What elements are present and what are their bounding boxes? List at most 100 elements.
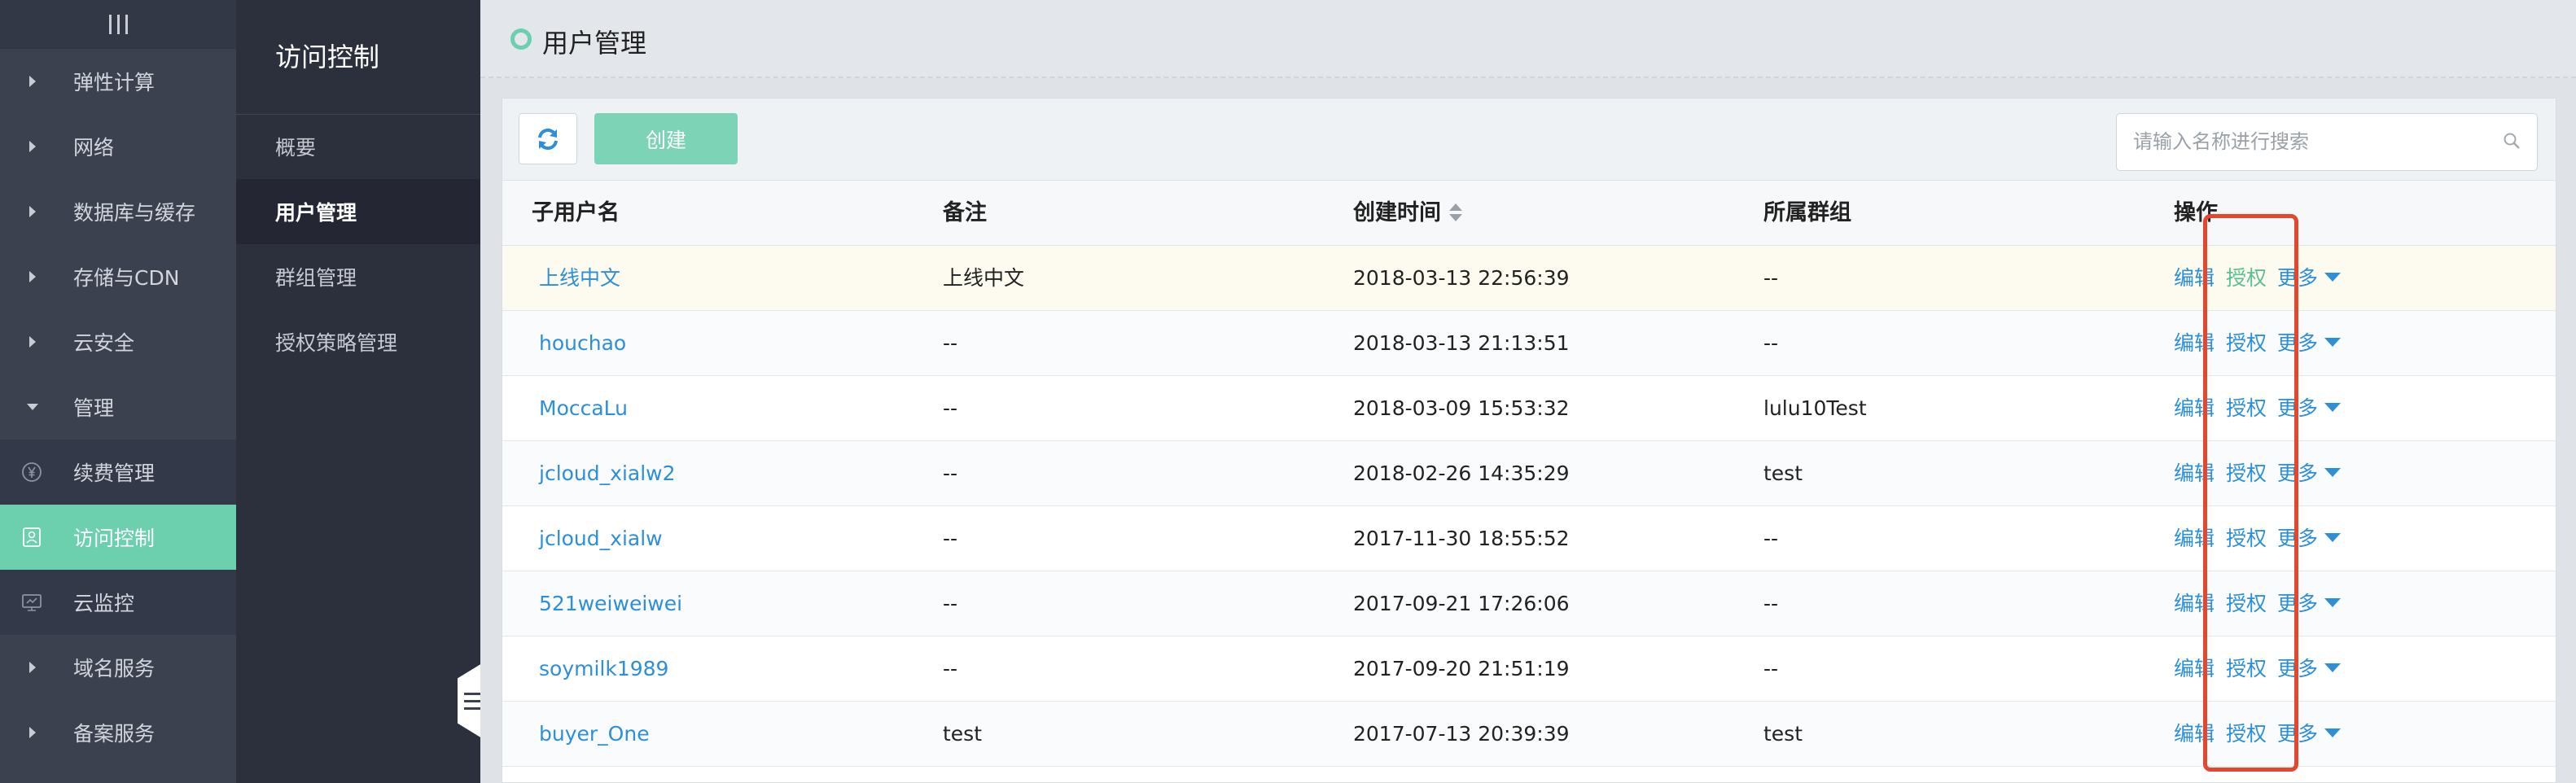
subnav-item-group-management[interactable]: 群组管理	[236, 244, 480, 309]
authorize-link[interactable]: 授权	[2226, 571, 2267, 636]
group-cell: --	[1763, 331, 1779, 355]
sidebar-toggle[interactable]	[0, 0, 236, 49]
group-cell: test	[1763, 461, 1803, 485]
table-row: MoccaLu -- 2018-03-09 15:53:32 lulu10Test 编辑…	[502, 376, 2556, 441]
username-link[interactable]: soymilk1989	[539, 636, 668, 702]
username-link[interactable]: jcloud_xialw2	[539, 441, 676, 506]
sidebar-item-cloud-security[interactable]: 云安全	[0, 309, 236, 374]
column-header-group: 所属群组	[1763, 200, 1851, 225]
authorize-link[interactable]: 授权	[2226, 441, 2267, 506]
more-label: 更多	[2277, 527, 2319, 550]
more-dropdown[interactable]: 更多	[2277, 376, 2342, 441]
created-time-cell: 2017-09-21 17:26:06	[1353, 592, 1570, 615]
username-link[interactable]: buyer_One	[539, 702, 650, 767]
refresh-button[interactable]	[519, 113, 577, 164]
more-dropdown[interactable]: 更多	[2277, 246, 2342, 311]
sidebar-item-label: 管理	[73, 396, 115, 420]
edit-link[interactable]: 编辑	[2174, 246, 2215, 311]
sidebar-item-access-control[interactable]: 访问控制	[0, 505, 236, 570]
group-cell: --	[1763, 527, 1779, 550]
more-label: 更多	[2277, 331, 2319, 355]
sidebar-item-elastic-compute[interactable]: 弹性计算	[0, 49, 236, 114]
remark-cell: --	[943, 396, 958, 420]
edit-link[interactable]: 编辑	[2174, 506, 2215, 571]
search-input[interactable]	[2133, 124, 2491, 160]
sidebar-item-domain-service[interactable]: 域名服务	[0, 635, 236, 700]
edit-link[interactable]: 编辑	[2174, 441, 2215, 506]
sidebar-item-label: 域名服务	[73, 657, 156, 680]
more-dropdown[interactable]: 更多	[2277, 311, 2342, 376]
group-cell: test	[1763, 722, 1803, 746]
authorize-link[interactable]: 授权	[2226, 311, 2267, 376]
caret-down-icon	[2324, 402, 2342, 412]
remark-cell: --	[943, 592, 958, 615]
caret-down-icon	[2324, 728, 2342, 737]
arrow-right-icon	[29, 336, 36, 348]
caret-down-icon	[2324, 532, 2342, 542]
sidebar-item-cloud-monitor[interactable]: 云监控	[0, 570, 236, 635]
more-dropdown[interactable]: 更多	[2277, 441, 2342, 506]
user-card-icon	[23, 527, 41, 547]
table-row: 521weiweiwei -- 2017-09-21 17:26:06 -- 编辑 授权更…	[502, 571, 2556, 636]
edit-link[interactable]: 编辑	[2174, 571, 2215, 636]
more-label: 更多	[2277, 396, 2319, 420]
sidebar-item-label: 备案服务	[73, 722, 156, 746]
caret-down-icon	[2324, 597, 2342, 607]
more-label: 更多	[2277, 461, 2319, 485]
arrow-right-icon	[29, 271, 36, 282]
menu-icon	[108, 15, 128, 34]
search-icon[interactable]	[2503, 132, 2521, 150]
authorize-link[interactable]: 授权	[2226, 636, 2267, 702]
subnav-item-user-management[interactable]: 用户管理	[236, 179, 480, 244]
remark-cell: 上线中文	[943, 266, 1025, 290]
authorize-link[interactable]: 授权	[2226, 702, 2267, 767]
sidebar-item-management[interactable]: 管理	[0, 374, 236, 440]
edit-link[interactable]: 编辑	[2174, 702, 2215, 767]
more-label: 更多	[2277, 266, 2319, 290]
more-label: 更多	[2277, 657, 2319, 680]
more-dropdown[interactable]: 更多	[2277, 506, 2342, 571]
table-row: houchao -- 2018-03-13 21:13:51 -- 编辑 授权 更多	[502, 311, 2556, 376]
main-sidebar: 弹性计算 网络 数据库与缓存 存储与CDN 云安全 管理 续费管理 访问控制 云…	[0, 0, 236, 783]
subnav-item-policy-management[interactable]: 授权策略管理	[236, 309, 480, 374]
sort-icon[interactable]	[1449, 201, 1462, 224]
group-cell: --	[1763, 266, 1779, 290]
user-list-panel: 创建 子用户名 备注 创建时间 所属群组 操作 上线中文 上线中文 2018-03-…	[502, 98, 2556, 783]
section-title: 访问控制	[275, 42, 380, 72]
username-link[interactable]: jcloud_xialw	[539, 506, 663, 571]
more-label: 更多	[2277, 722, 2319, 746]
edit-link[interactable]: 编辑	[2174, 636, 2215, 702]
more-dropdown[interactable]: 更多	[2277, 702, 2342, 767]
column-header-username: 子用户名	[532, 200, 620, 225]
sidebar-item-renewal[interactable]: 续费管理	[0, 440, 236, 505]
subnav-item-overview[interactable]: 概要	[236, 114, 480, 179]
arrow-right-icon	[29, 662, 36, 673]
sidebar-item-label: 云安全	[73, 331, 135, 355]
created-time-cell: 2017-11-30 18:55:52	[1353, 527, 1570, 550]
username-link[interactable]: 上线中文	[539, 246, 620, 311]
more-dropdown[interactable]: 更多	[2277, 571, 2342, 636]
created-time-cell: 2018-03-13 21:13:51	[1353, 331, 1570, 355]
remark-cell: --	[943, 657, 958, 680]
edit-link[interactable]: 编辑	[2174, 376, 2215, 441]
sidebar-item-network[interactable]: 网络	[0, 114, 236, 179]
more-dropdown[interactable]: 更多	[2277, 636, 2342, 702]
monitor-icon	[22, 594, 42, 611]
username-link[interactable]: MoccaLu	[539, 376, 628, 441]
sidebar-item-label: 云监控	[73, 592, 135, 615]
edit-link[interactable]: 编辑	[2174, 311, 2215, 376]
sidebar-item-storage-cdn[interactable]: 存储与CDN	[0, 244, 236, 309]
caret-down-icon	[2324, 272, 2342, 282]
authorize-link[interactable]: 授权	[2226, 506, 2267, 571]
create-button[interactable]: 创建	[594, 113, 738, 164]
sidebar-item-label: 弹性计算	[73, 71, 156, 94]
column-header-created[interactable]: 创建时间	[1353, 181, 1462, 246]
authorize-link[interactable]: 授权	[2226, 376, 2267, 441]
username-link[interactable]: houchao	[539, 311, 626, 376]
authorize-link[interactable]: 授权	[2226, 246, 2267, 311]
remark-cell: test	[943, 722, 983, 746]
username-link[interactable]: 521weiweiwei	[539, 571, 682, 636]
arrow-right-icon	[29, 141, 36, 152]
sidebar-item-icp-filing[interactable]: 备案服务	[0, 700, 236, 765]
sidebar-item-database[interactable]: 数据库与缓存	[0, 179, 236, 244]
